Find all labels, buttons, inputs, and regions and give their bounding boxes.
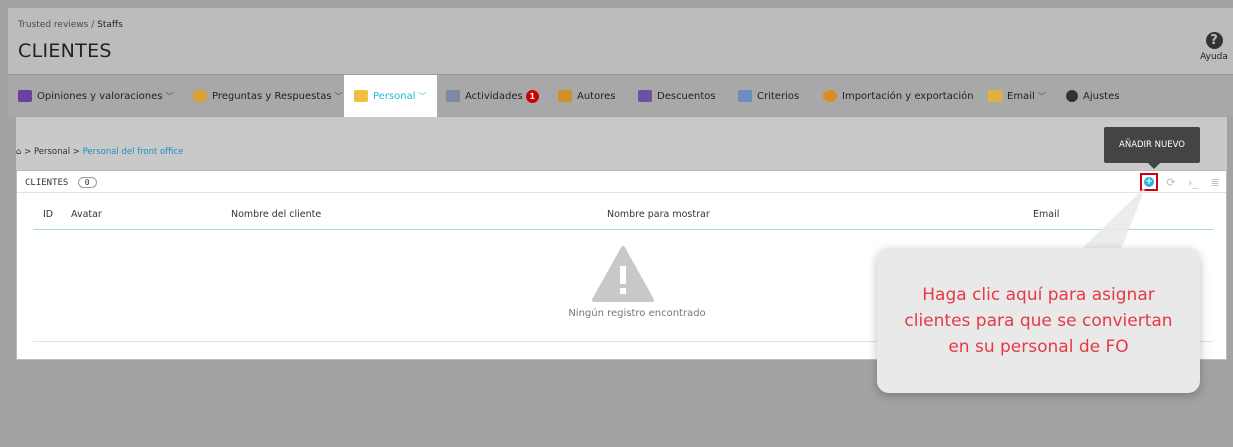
chevron-down-icon: ﹀ [334, 91, 343, 101]
column-email[interactable]: Email [1033, 209, 1059, 220]
record-count-badge: 0 [77, 177, 97, 188]
sql-icon[interactable]: ›_ [1184, 173, 1202, 191]
tab-preguntas[interactable]: Preguntas y Respuestas ﹀ [193, 75, 343, 117]
authors-icon [558, 90, 572, 102]
discount-icon [638, 90, 652, 102]
list-toolbar: + ⟳ ›_ ≣ [1140, 173, 1224, 191]
tab-ajustes[interactable]: Ajustes [1066, 75, 1119, 117]
notification-badge: 1 [525, 89, 539, 103]
tab-importacion[interactable]: Importación y exportación [823, 75, 974, 117]
import-export-icon [823, 90, 837, 102]
column-avatar[interactable]: Avatar [71, 209, 102, 220]
settings-icon [1066, 90, 1078, 102]
header-divider [33, 229, 1213, 230]
crumb-personal[interactable]: Personal [34, 147, 70, 157]
page-header: Trusted reviews / Staffs CLIENTES ? Ayud… [8, 8, 1233, 74]
page-title: CLIENTES [18, 40, 112, 62]
breadcrumb-root[interactable]: Trusted reviews [18, 20, 88, 30]
add-new-tooltip: AÑADIR NUEVO [1104, 127, 1200, 169]
sub-breadcrumb: ⌂ > Personal > Personal del front office [16, 147, 184, 157]
column-id[interactable]: ID [43, 209, 53, 220]
chevron-down-icon: ﹀ [165, 91, 174, 101]
column-display-name[interactable]: Nombre para mostrar [607, 209, 710, 220]
help-button[interactable]: ? Ayuda [1199, 32, 1229, 62]
chevron-down-icon: ﹀ [1037, 91, 1046, 101]
tab-criterios[interactable]: Criterios [738, 75, 799, 117]
staff-icon [354, 90, 368, 102]
crumb-front-office[interactable]: Personal del front office [83, 147, 184, 157]
home-icon[interactable]: ⌂ [16, 147, 21, 157]
activity-icon [446, 90, 460, 102]
tab-actividades[interactable]: Actividades 1 [446, 75, 539, 117]
add-icon: + [1144, 177, 1154, 187]
list-header: CLIENTES 0 + ⟳ ›_ ≣ [17, 171, 1226, 193]
empty-message: Ningún registro encontrado [568, 308, 706, 319]
chevron-down-icon: ﹀ [418, 91, 427, 101]
email-icon [988, 90, 1002, 102]
breadcrumb-current: Staffs [97, 20, 123, 30]
question-circle-icon: ? [1205, 32, 1223, 49]
tab-personal[interactable]: Personal ﹀ [344, 75, 437, 117]
breadcrumb: Trusted reviews / Staffs [18, 20, 123, 30]
criteria-icon [738, 90, 752, 102]
reviews-icon [18, 90, 32, 102]
tab-autores[interactable]: Autores [558, 75, 615, 117]
list-title: CLIENTES 0 [25, 177, 97, 188]
qa-icon [193, 90, 207, 102]
warning-icon [592, 246, 654, 302]
tab-opiniones[interactable]: Opiniones y valoraciones ﹀ [18, 75, 173, 117]
help-label: Ayuda [1200, 52, 1228, 62]
database-icon[interactable]: ≣ [1206, 173, 1224, 191]
tab-descuentos[interactable]: Descuentos [638, 75, 716, 117]
column-customer-name[interactable]: Nombre del cliente [231, 209, 321, 220]
main-tabs: Opiniones y valoraciones ﹀ Preguntas y Re… [8, 74, 1233, 117]
tab-email[interactable]: Email ﹀ [988, 75, 1046, 117]
instruction-callout: Haga clic aquí para asignar clientes par… [877, 248, 1200, 393]
refresh-icon[interactable]: ⟳ [1162, 173, 1180, 191]
add-new-button[interactable]: + [1140, 173, 1158, 191]
